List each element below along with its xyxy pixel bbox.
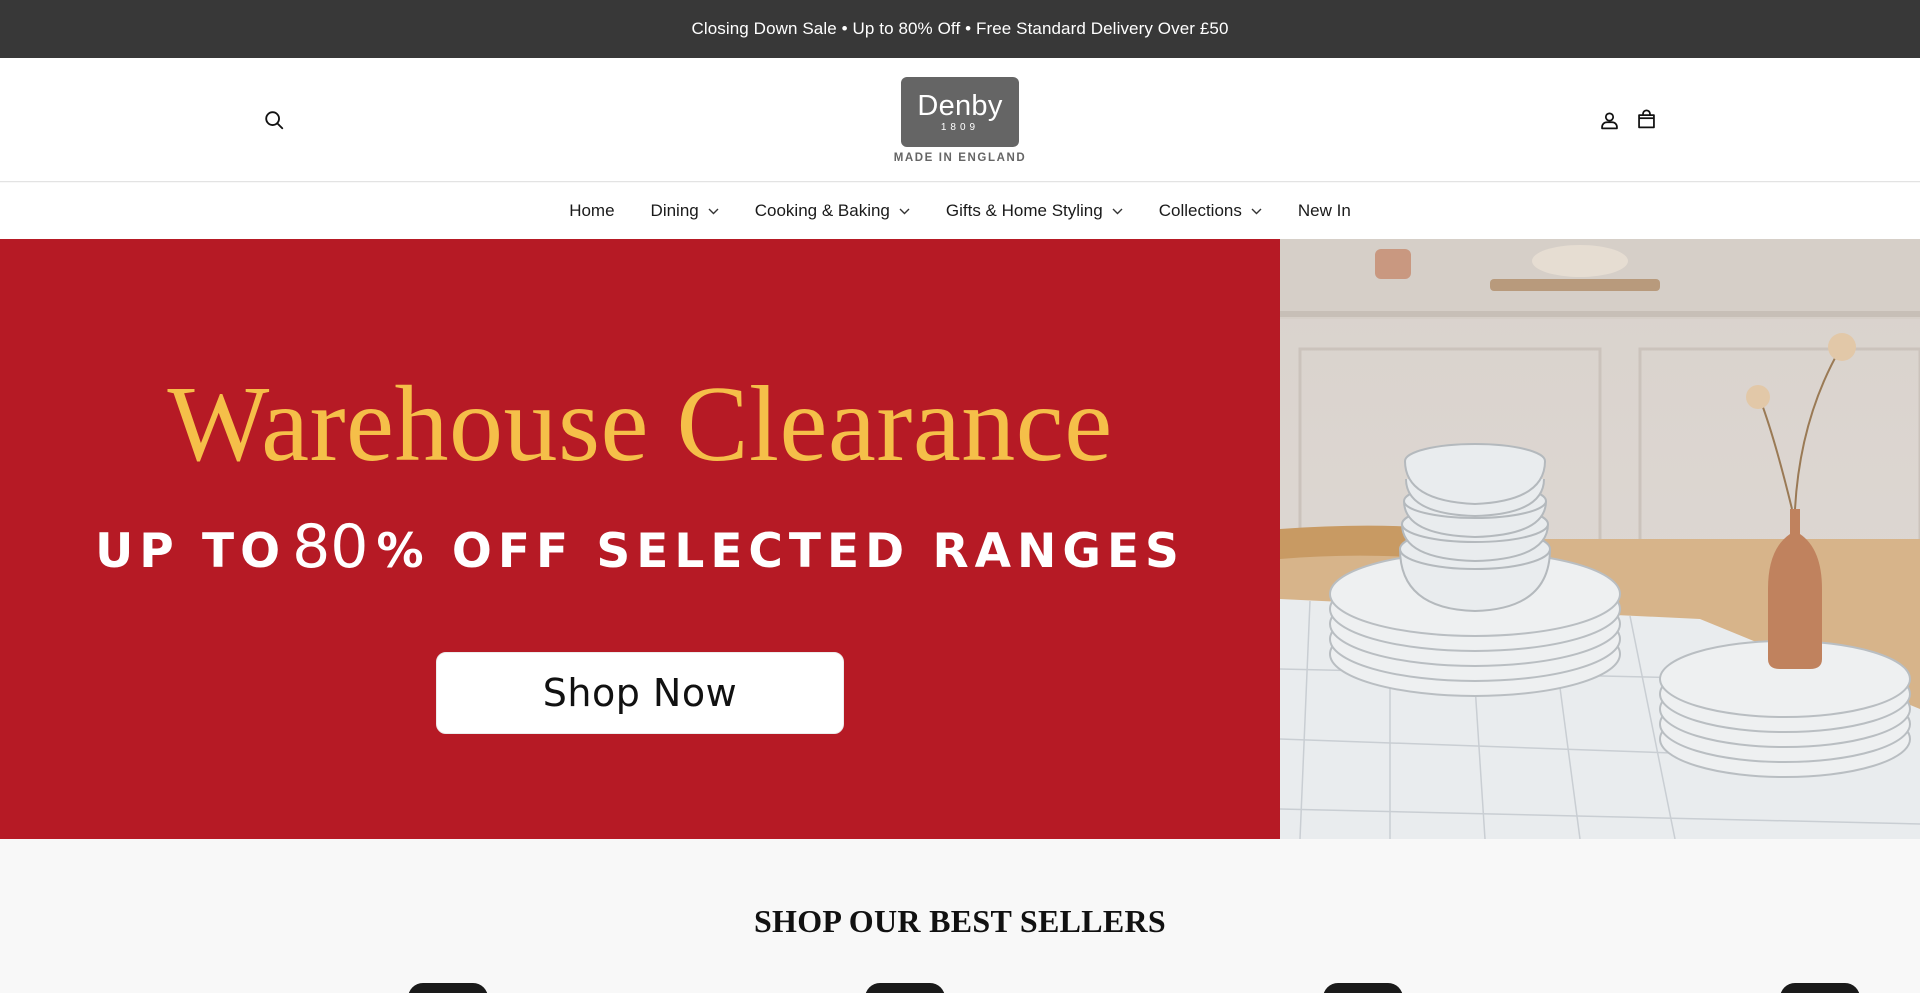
announcement-text: Closing Down Sale • Up to 80% Off • Free… bbox=[691, 19, 1229, 38]
chevron-down-icon bbox=[1251, 208, 1262, 214]
product-badge bbox=[1323, 983, 1403, 993]
product-badge bbox=[1780, 983, 1860, 993]
nav-item-label: Cooking & Baking bbox=[754, 201, 890, 220]
nav-item-gifts-home-styling[interactable]: Gifts & Home Styling bbox=[946, 201, 1123, 221]
logo-wordmark: Denby bbox=[917, 90, 1003, 122]
hero-subtitle-prefix: UP TO bbox=[95, 524, 287, 579]
site-header: Denby 1809 MADE IN ENGLAND bbox=[0, 58, 1920, 182]
nav-item-home[interactable]: Home bbox=[569, 201, 614, 221]
hero-subtitle: UP TO 80 % OFF SELECTED RANGES bbox=[0, 517, 1280, 582]
denby-logo[interactable]: Denby 1809 MADE IN ENGLAND bbox=[888, 77, 1032, 167]
nav-item-label: Collections bbox=[1158, 201, 1242, 220]
nav-item-cooking-baking[interactable]: Cooking & Baking bbox=[755, 201, 910, 221]
hero-promo-panel: Warehouse Clearance UP TO 80 % OFF SELEC… bbox=[0, 239, 1280, 839]
product-badge bbox=[865, 983, 945, 993]
announcement-bar: Closing Down Sale • Up to 80% Off • Free… bbox=[0, 0, 1920, 58]
main-nav: Home Dining Cooking & Baking Gifts & Hom… bbox=[0, 183, 1920, 239]
best-sellers-section: SHOP OUR BEST SELLERS bbox=[0, 839, 1920, 993]
logo-year: 1809 bbox=[940, 122, 980, 133]
nav-item-collections[interactable]: Collections bbox=[1159, 201, 1262, 221]
shop-now-button[interactable]: Shop Now bbox=[436, 652, 844, 734]
chevron-down-icon bbox=[899, 208, 910, 214]
tableware-photo-illustration bbox=[1280, 239, 1920, 839]
search-button[interactable] bbox=[261, 107, 287, 133]
hero-title: Warehouse Clearance bbox=[167, 365, 1113, 484]
hero-subtitle-suffix: % OFF SELECTED RANGES bbox=[376, 524, 1185, 579]
nav-item-new-in[interactable]: New In bbox=[1298, 201, 1351, 221]
nav-item-label: Dining bbox=[650, 201, 699, 220]
account-button[interactable] bbox=[1596, 107, 1622, 133]
chevron-down-icon bbox=[1112, 208, 1123, 214]
hero-product-image bbox=[1280, 239, 1920, 839]
logo-tagline: MADE IN ENGLAND bbox=[893, 152, 1027, 164]
hero-banner[interactable]: Warehouse Clearance UP TO 80 % OFF SELEC… bbox=[0, 239, 1920, 839]
nav-item-label: New In bbox=[1297, 201, 1351, 220]
search-icon bbox=[265, 111, 284, 130]
user-icon bbox=[1600, 111, 1618, 129]
nav-item-dining[interactable]: Dining bbox=[651, 201, 719, 221]
nav-item-label: Home bbox=[569, 201, 615, 220]
product-badge bbox=[408, 983, 488, 993]
chevron-down-icon bbox=[708, 208, 719, 214]
cart-button[interactable] bbox=[1633, 106, 1659, 132]
logo-badge: Denby 1809 bbox=[901, 77, 1019, 147]
bag-icon bbox=[1637, 108, 1655, 128]
best-sellers-title: SHOP OUR BEST SELLERS bbox=[753, 903, 1167, 939]
nav-item-label: Gifts & Home Styling bbox=[945, 201, 1103, 220]
hero-discount-number: 80 bbox=[292, 512, 369, 582]
